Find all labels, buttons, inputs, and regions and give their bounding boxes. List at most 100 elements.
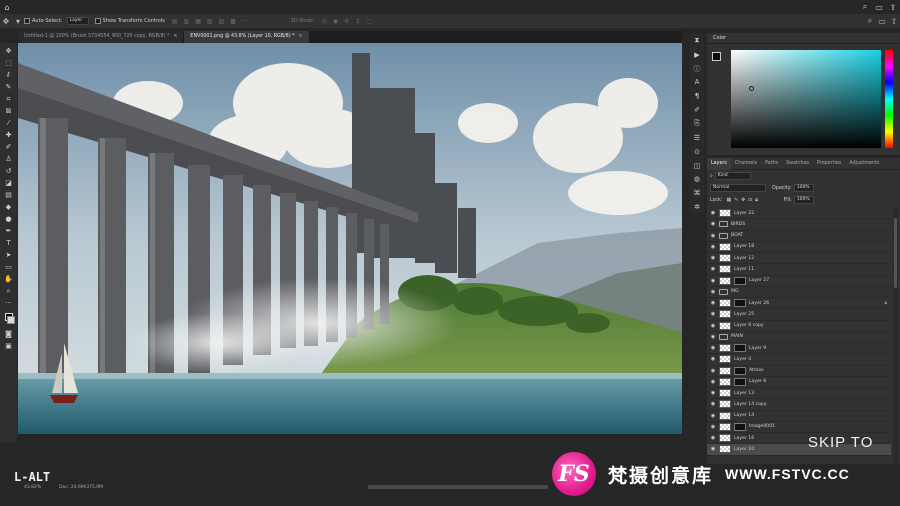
scale-3d-icon[interactable]: ⬚ — [366, 18, 372, 25]
layer-thumbnail[interactable] — [719, 310, 731, 319]
pan-3d-icon[interactable]: ✣ — [344, 18, 349, 25]
auto-select-dropdown[interactable]: Layer — [66, 17, 89, 25]
visibility-eye-icon[interactable]: ◉ — [707, 424, 719, 430]
tab-swatches[interactable]: Swatches — [782, 158, 813, 170]
layer-row[interactable]: ◉ Layer 4 — [707, 354, 891, 366]
shape-tool-icon[interactable]: ▭ — [2, 261, 16, 273]
transform-controls-checkbox[interactable] — [94, 18, 101, 24]
paths-icon[interactable]: ⌘ — [691, 187, 703, 199]
layers-scrollbar[interactable] — [893, 208, 898, 464]
layer-mask-thumbnail[interactable] — [734, 377, 746, 386]
align-right-icon[interactable]: ▦ — [195, 18, 201, 25]
zoom-level[interactable]: 43.82% — [24, 485, 41, 490]
clone-source-icon[interactable]: ⎘ — [691, 118, 703, 130]
layer-comps-icon[interactable]: ☰ — [691, 132, 703, 144]
eyedropper-tool-icon[interactable]: ⁄ — [2, 117, 16, 129]
frame-tool-icon[interactable]: ⊠ — [2, 105, 16, 117]
layer-thumbnail[interactable] — [719, 355, 731, 364]
horizontal-scrollbar[interactable] — [368, 485, 548, 489]
visibility-eye-icon[interactable]: ◉ — [707, 435, 719, 441]
styles-icon[interactable]: ✲ — [691, 201, 703, 213]
pen-tool-icon[interactable]: ✒ — [2, 225, 16, 237]
visibility-eye-icon[interactable]: ◉ — [707, 323, 719, 329]
lock-position-icon[interactable]: ✥ — [741, 198, 745, 203]
close-icon[interactable]: × — [173, 34, 177, 39]
layer-thumbnail[interactable] — [719, 422, 731, 431]
visibility-eye-icon[interactable]: ◉ — [707, 413, 719, 419]
crop-tool-icon[interactable]: ⌗ — [2, 93, 16, 105]
tab-layers[interactable]: Layers — [707, 157, 731, 170]
slide-3d-icon[interactable]: ⇕ — [355, 18, 360, 25]
visibility-eye-icon[interactable]: ◉ — [707, 334, 719, 340]
orbit-3d-icon[interactable]: ◎ — [322, 18, 327, 25]
more-tools-icon[interactable]: ··· — [2, 297, 16, 309]
visibility-eye-icon[interactable]: ◉ — [707, 379, 719, 385]
channels-icon[interactable]: ◍ — [691, 173, 703, 185]
brush-settings-icon[interactable]: ✐ — [691, 104, 703, 116]
marquee-tool-icon[interactable]: ⬚ — [2, 57, 16, 69]
layer-row[interactable]: ◉ Layer 12 — [707, 253, 891, 265]
layer-row[interactable]: ◉ Layer 14 — [707, 411, 891, 422]
artwork-canvas[interactable] — [18, 43, 682, 434]
layer-thumbnail[interactable] — [719, 377, 731, 386]
layer-mask-thumbnail[interactable] — [734, 422, 746, 431]
clone-stamp-tool-icon[interactable]: ♙ — [2, 153, 16, 165]
navigator-icon[interactable]: ⊙ — [691, 146, 703, 158]
fill-input[interactable]: 100% — [793, 196, 814, 204]
opacity-input[interactable]: 100% — [793, 184, 814, 192]
align-top-icon[interactable]: ▧ — [207, 18, 213, 25]
visibility-eye-icon[interactable]: ◉ — [707, 210, 719, 216]
move-tool-icon[interactable]: ✥ — [2, 45, 16, 57]
visibility-eye-icon[interactable]: ◉ — [707, 289, 719, 295]
brush-tool-icon[interactable]: ✐ — [2, 141, 16, 153]
layer-row[interactable]: ◉ MG — [707, 287, 891, 298]
canvas-area[interactable] — [18, 43, 682, 483]
hand-tool-icon[interactable]: ✋ — [2, 273, 16, 285]
info-icon[interactable]: ⓘ — [691, 63, 703, 75]
home-icon[interactable]: ⌂ — [0, 0, 14, 14]
layer-mask-thumbnail[interactable] — [734, 366, 746, 375]
layer-row[interactable]: ◉ Layer 22 — [707, 208, 891, 220]
color-picker-cursor[interactable] — [749, 86, 754, 91]
layer-row[interactable]: ◉ BOAT — [707, 231, 891, 242]
visibility-eye-icon[interactable]: ◉ — [707, 278, 719, 284]
layer-thumbnail[interactable] — [719, 400, 731, 409]
search-icon[interactable]: ⌕ — [864, 15, 876, 27]
layer-row[interactable]: ◉ Layer 26 🔒︎ — [707, 298, 891, 310]
visibility-eye-icon[interactable]: ◉ — [707, 311, 719, 317]
align-center-icon[interactable]: ▥ — [184, 18, 190, 25]
close-icon[interactable]: × — [299, 34, 303, 39]
move-tool-icon[interactable]: ✥ — [0, 15, 12, 27]
layer-thumbnail[interactable] — [719, 242, 731, 251]
layer-row[interactable]: ◉ Image0001 — [707, 422, 891, 433]
layer-row[interactable]: ◉ Atmos — [707, 366, 891, 377]
healing-brush-tool-icon[interactable]: ✚ — [2, 129, 16, 141]
path-select-tool-icon[interactable]: ➤ — [2, 249, 16, 261]
quick-mask-icon[interactable]: ◙ — [2, 328, 16, 340]
align-middle-icon[interactable]: ▨ — [219, 18, 225, 25]
visibility-eye-icon[interactable]: ◉ — [707, 221, 719, 227]
blur-tool-icon[interactable]: ◆ — [2, 201, 16, 213]
layer-thumbnail[interactable] — [719, 254, 731, 263]
layer-filter-dropdown[interactable]: Kind — [714, 172, 751, 180]
background-color-swatch[interactable] — [7, 316, 15, 324]
layer-row[interactable]: ◉ Layer 8 — [707, 377, 891, 388]
layer-row[interactable]: ◉ Layer 8 copy — [707, 321, 891, 332]
visibility-eye-icon[interactable]: ◉ — [707, 390, 719, 396]
layer-row[interactable]: ◉ Layer 27 — [707, 276, 891, 287]
layer-thumbnail[interactable] — [719, 366, 731, 375]
tab-adjustments[interactable]: Adjustments — [845, 158, 883, 170]
layer-thumbnail[interactable] — [719, 276, 731, 285]
blend-mode-dropdown[interactable]: Normal — [710, 184, 766, 192]
character-icon[interactable]: A — [691, 77, 703, 89]
color-panel-title[interactable]: Color — [707, 35, 732, 41]
more-options-icon[interactable]: ··· — [242, 18, 248, 25]
visibility-eye-icon[interactable]: ◉ — [707, 233, 719, 239]
history-icon[interactable]: ⧗ — [691, 35, 703, 47]
lasso-tool-icon[interactable]: ℓ — [2, 69, 16, 81]
visibility-eye-icon[interactable]: ◉ — [707, 255, 719, 261]
layer-thumbnail[interactable] — [719, 389, 731, 398]
align-bottom-icon[interactable]: ▩ — [230, 18, 236, 25]
tab-paths[interactable]: Paths — [761, 158, 782, 170]
type-tool-icon[interactable]: T — [2, 237, 16, 249]
